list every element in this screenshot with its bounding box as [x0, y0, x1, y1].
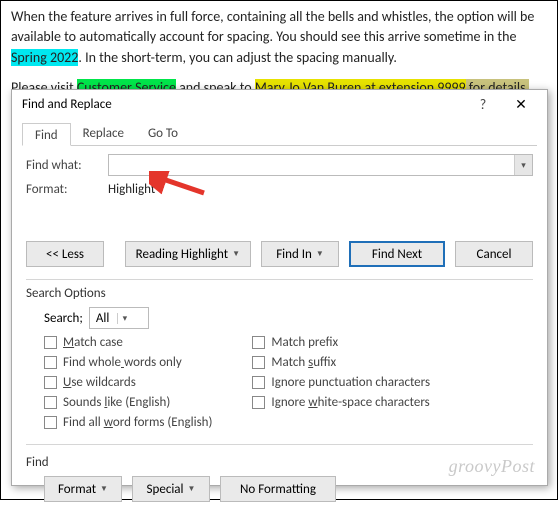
reading-highlight-button[interactable]: Reading Highlight▼ — [125, 241, 251, 267]
divider — [26, 279, 533, 280]
find-what-input[interactable]: ▾ — [108, 154, 533, 176]
cancel-button[interactable]: Cancel — [455, 241, 533, 267]
close-button[interactable]: ✕ — [501, 96, 541, 113]
chevron-down-icon: ▾ — [117, 313, 131, 324]
checkbox-label: Match suffix — [271, 355, 336, 370]
checkbox-option[interactable]: Sounds like (English) — [44, 395, 212, 410]
format-button[interactable]: Format▼ — [44, 476, 122, 502]
watermark: groovyPost — [449, 456, 535, 477]
chevron-down-icon: ▼ — [232, 249, 240, 259]
find-replace-dialog: Find and Replace ? ✕ Find Replace Go To … — [11, 89, 548, 486]
tab-goto[interactable]: Go To — [136, 122, 190, 145]
divider — [26, 444, 533, 445]
tab-find[interactable]: Find — [22, 123, 71, 146]
checkbox-option[interactable]: Match prefix — [252, 335, 430, 350]
less-button[interactable]: << Less — [26, 241, 104, 267]
tab-replace[interactable]: Replace — [71, 122, 136, 145]
format-label: Format: — [26, 182, 108, 197]
checkbox-label: Ignore white-space characters — [271, 395, 429, 410]
help-button[interactable]: ? — [465, 96, 501, 113]
checkbox-label: Find whole words only — [63, 355, 182, 370]
checkbox-option[interactable]: Match suffix — [252, 355, 430, 370]
text: When the feature arrives in full force, … — [11, 8, 534, 45]
checkbox-icon — [44, 376, 57, 389]
checkbox-label: Ignore punctuation characters — [271, 375, 430, 390]
checkbox-option[interactable]: Use wildcards — [44, 375, 212, 390]
checkbox-label: Use wildcards — [63, 375, 136, 390]
chevron-down-icon: ▼ — [100, 484, 108, 494]
chevron-down-icon: ▼ — [316, 249, 324, 259]
checkbox-label: Find all word forms (English) — [63, 415, 212, 430]
chevron-down-icon: ▼ — [188, 484, 196, 494]
dialog-tabs: Find Replace Go To — [22, 122, 537, 146]
checkbox-option[interactable]: Ignore punctuation characters — [252, 375, 430, 390]
checkbox-label: Match prefix — [271, 335, 338, 350]
checkbox-icon — [44, 336, 57, 349]
search-direction-select[interactable]: All ▾ — [89, 307, 149, 329]
text: . In the short-term, you can adjust the … — [78, 49, 396, 66]
find-in-button[interactable]: Find In▼ — [261, 241, 339, 267]
checkbox-option[interactable]: Match case — [44, 335, 212, 350]
checkbox-label: Match case — [63, 335, 123, 350]
checkbox-icon — [44, 396, 57, 409]
search-direction-row: Search; All ▾ — [12, 305, 547, 335]
checkbox-label: Sounds like (English) — [63, 395, 170, 410]
dialog-button-row: << Less Reading Highlight▼ Find In▼ Find… — [12, 207, 547, 275]
special-button[interactable]: Special▼ — [132, 476, 210, 502]
checkbox-icon — [44, 356, 57, 369]
paragraph-1: When the feature arrives in full force, … — [11, 7, 547, 68]
dialog-title: Find and Replace — [22, 97, 465, 112]
search-options-checks: Match case Find whole words only Use wildc… — [12, 335, 547, 436]
checkbox-icon — [44, 416, 57, 429]
checkbox-icon — [252, 336, 265, 349]
checkbox-option[interactable]: Find whole words only — [44, 355, 212, 370]
search-options-label: Search Options — [12, 284, 547, 305]
checkbox-option[interactable]: Find all word forms (English) — [44, 415, 212, 430]
checkbox-icon — [252, 356, 265, 369]
find-next-button[interactable]: Find Next — [349, 241, 445, 267]
checkbox-icon — [252, 396, 265, 409]
format-value: Highlight — [108, 182, 155, 197]
find-what-label: Find what: — [26, 158, 108, 173]
find-panel: Find what: ▾ Format: Highlight — [12, 146, 547, 207]
checkbox-option[interactable]: Ignore white-space characters — [252, 395, 430, 410]
search-value: All — [96, 311, 110, 326]
search-label: Search; — [44, 311, 83, 326]
checkbox-icon — [252, 376, 265, 389]
chevron-down-icon[interactable]: ▾ — [514, 155, 532, 175]
no-formatting-button[interactable]: No Formatting — [220, 476, 336, 502]
dialog-titlebar: Find and Replace ? ✕ — [12, 90, 547, 118]
highlight-cyan: Spring 2022 — [11, 49, 78, 66]
